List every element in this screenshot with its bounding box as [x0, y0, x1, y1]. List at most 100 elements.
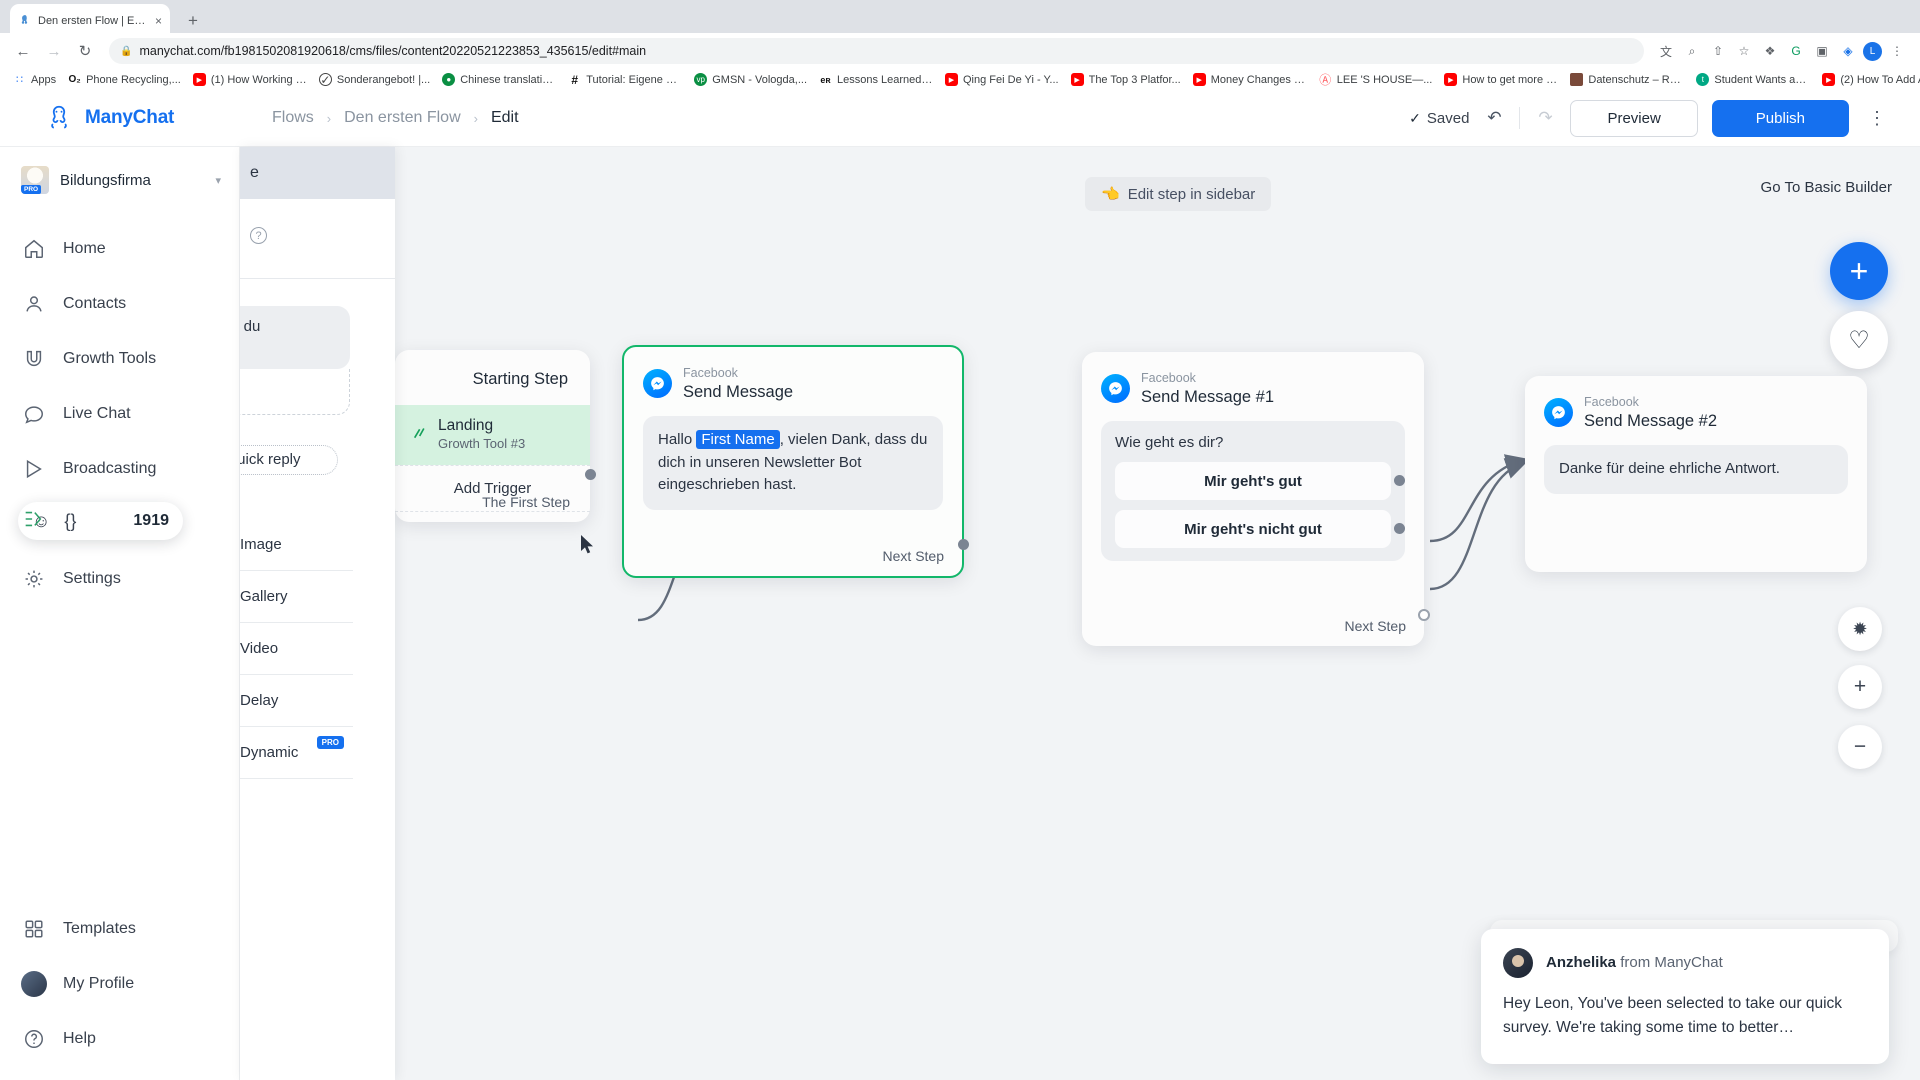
bookmark-item[interactable]: ▶ The Top 3 Platfor...: [1065, 72, 1187, 87]
add-step-button[interactable]: +: [1830, 242, 1888, 300]
zoom-icon[interactable]: ⌕: [1681, 40, 1703, 62]
undo-icon[interactable]: ↶: [1483, 108, 1505, 128]
bookmark-item[interactable]: vp GMSN - Vologda,...: [688, 72, 813, 87]
screen-icon[interactable]: ▣: [1811, 40, 1833, 62]
sidebar-item-growth-tools[interactable]: Growth Tools: [0, 331, 239, 386]
bookmark-item[interactable]: ▶ Money Changes E...: [1187, 72, 1313, 87]
notification-card[interactable]: Anzhelika from ManyChat Hey Leon, You've…: [1481, 928, 1889, 1064]
publish-button[interactable]: Publish: [1711, 99, 1849, 137]
bookmark-star-icon[interactable]: ☆: [1733, 40, 1755, 62]
zoom-in-button[interactable]: +: [1838, 665, 1882, 709]
block-item-gallery[interactable]: Gallery: [240, 571, 353, 623]
new-tab-button[interactable]: +: [188, 11, 198, 31]
editor-dropzone[interactable]: [240, 368, 350, 415]
variable-braces-icon[interactable]: {}: [64, 511, 76, 532]
back-icon[interactable]: ←: [10, 38, 36, 64]
block-item-video[interactable]: Video: [240, 623, 353, 675]
bookmark-item[interactable]: Datenschutz – Re...: [1564, 72, 1690, 87]
breadcrumb-flows[interactable]: Flows: [272, 109, 314, 127]
output-port[interactable]: [1418, 609, 1430, 621]
forward-icon[interactable]: →: [41, 38, 67, 64]
bookmark-item[interactable]: ▶ (1) How Working a...: [187, 72, 313, 87]
preview-button[interactable]: Preview: [1570, 99, 1698, 137]
quick-reply-option-1[interactable]: Mir geht's gut: [1115, 462, 1405, 501]
lock-icon: 🔒: [120, 45, 133, 57]
youtube-icon: ▶: [1444, 73, 1458, 86]
bookmark-item[interactable]: ▶ (2) How To Add A...: [1816, 72, 1920, 87]
bookmark-item[interactable]: Ⓐ LEE 'S HOUSE—...: [1313, 72, 1439, 87]
bookmark-item[interactable]: ▶ Qing Fei De Yi - Y...: [939, 72, 1065, 87]
breadcrumb-flow-name[interactable]: Den ersten Flow: [344, 109, 461, 127]
extension-blue-icon[interactable]: ◈: [1837, 40, 1859, 62]
address-bar[interactable]: 🔒 manychat.com/fb1981502081920618/cms/fi…: [109, 38, 1644, 64]
reload-icon[interactable]: ↻: [72, 38, 98, 64]
bookmark-item[interactable]: # Tutorial: Eigene Fa...: [562, 72, 688, 87]
sidebar-item-help[interactable]: Help: [0, 1011, 240, 1066]
output-port[interactable]: [1394, 475, 1405, 487]
bookmark-item[interactable]: O₂ Phone Recycling,...: [62, 72, 187, 87]
notification-toast[interactable]: Anzhelika from ManyChat Hey Leon, You've…: [1481, 919, 1898, 1064]
block-item-delay[interactable]: Delay: [240, 675, 353, 727]
sidebar-item-live-chat[interactable]: Live Chat: [0, 386, 239, 441]
sidebar-item-label: Contacts: [63, 294, 127, 312]
editor-panel-topbar[interactable]: e: [240, 147, 395, 199]
help-question-icon: [22, 1027, 46, 1051]
sidebar-item-my-profile[interactable]: My Profile: [0, 956, 240, 1011]
extension-puzzle-icon[interactable]: ❖: [1759, 40, 1781, 62]
flow-node-send-message-3[interactable]: Facebook Send Message #2 Danke für deine…: [1525, 376, 1867, 572]
sidebar-item-home[interactable]: Home: [0, 221, 239, 276]
quick-reply-add-button[interactable]: Quick reply: [240, 444, 338, 475]
close-icon[interactable]: ×: [155, 15, 162, 27]
flow-node-send-message-2[interactable]: Facebook Send Message #1 Wie geht es dir…: [1082, 352, 1430, 646]
trigger-landing[interactable]: Landing Growth Tool #3: [395, 405, 590, 465]
message-text[interactable]: Hallo First Name, vielen Dank, dass du d…: [643, 416, 943, 510]
translate-icon[interactable]: 文: [1655, 40, 1677, 62]
message-text[interactable]: Danke für deine ehrliche Antwort.: [1544, 445, 1848, 494]
sidebar-item-templates[interactable]: Templates: [0, 901, 240, 956]
edit-step-in-sidebar-pill[interactable]: 👈 Edit step in sidebar: [1085, 177, 1272, 211]
notification-sender: Anzhelika from ManyChat: [1546, 954, 1723, 971]
notification-body: Hey Leon, You've been selected to take o…: [1503, 994, 1843, 1036]
flow-node-starting-step[interactable]: Starting Step Landing Growth Tool #3 Add…: [395, 350, 596, 522]
bookmark-item[interactable]: ● Chinese translatio...: [436, 72, 562, 87]
block-item-image[interactable]: Image: [240, 519, 353, 571]
editor-message-bubble[interactable]: k, dass dut: [240, 306, 350, 369]
brand-logo[interactable]: ManyChat: [0, 90, 240, 147]
block-item-dynamic[interactable]: Dynamic PRO: [240, 727, 353, 779]
app-header: ManyChat Flows › Den ersten Flow › Edit …: [0, 90, 1920, 147]
bookmark-label: Apps: [31, 73, 57, 86]
toolbar-icons: 文 ⌕ ⇧ ☆ ❖ G ▣ ◈ L ⋮: [1655, 40, 1910, 62]
more-options-icon[interactable]: ⋮: [1863, 108, 1892, 129]
go-to-basic-builder-link[interactable]: Go To Basic Builder: [1761, 179, 1892, 196]
zoom-fit-button[interactable]: ✹: [1838, 607, 1882, 651]
workspace-selector[interactable]: PRO Bildungsfirma ▾: [0, 147, 239, 213]
sidebar-item-broadcasting[interactable]: Broadcasting: [0, 441, 239, 496]
flow-canvas[interactable]: ‹ 👈 Edit step in sidebar Go To Basic Bui…: [395, 147, 1920, 1080]
broadcasting-send-icon: [22, 457, 46, 481]
zoom-out-button[interactable]: −: [1838, 725, 1882, 769]
quick-reply-option-2[interactable]: Mir geht's nicht gut: [1115, 510, 1405, 549]
growth-tools-magnet-icon: [22, 347, 46, 371]
sidebar-item-settings[interactable]: Settings: [0, 551, 239, 606]
profile-avatar[interactable]: L: [1863, 41, 1882, 61]
bookmark-item[interactable]: t Student Wants an...: [1690, 72, 1816, 87]
chrome-menu-icon[interactable]: ⋮: [1886, 40, 1908, 62]
bookmark-item[interactable]: ✓ Sonderangebot! |...: [313, 72, 436, 87]
bookmark-label: (1) How Working a...: [210, 73, 307, 86]
output-port[interactable]: [585, 469, 596, 480]
share-icon[interactable]: ⇧: [1707, 40, 1729, 62]
tab-strip: Den ersten Flow | Edit Content × +: [0, 0, 1920, 37]
help-question-icon[interactable]: ?: [250, 227, 267, 244]
bookmark-label: The Top 3 Platfor...: [1088, 73, 1181, 86]
grammarly-icon[interactable]: G: [1785, 40, 1807, 62]
bookmark-item[interactable]: ∷ Apps: [7, 72, 62, 87]
bookmark-item[interactable]: eʀ Lessons Learned f...: [813, 72, 939, 87]
growth-tool-icon: [413, 426, 428, 444]
bookmark-item[interactable]: ▶ How to get more v...: [1438, 72, 1564, 87]
output-port[interactable]: [958, 539, 969, 550]
output-port[interactable]: [1394, 523, 1405, 535]
sidebar-item-contacts[interactable]: Contacts: [0, 276, 239, 331]
quick-reply-block[interactable]: Wie geht es dir? Mir geht's gut Mir geht…: [1101, 421, 1405, 562]
favorite-button[interactable]: ♡: [1830, 311, 1888, 369]
flow-node-send-message-1[interactable]: Facebook Send Message Hallo First Name, …: [622, 345, 969, 578]
